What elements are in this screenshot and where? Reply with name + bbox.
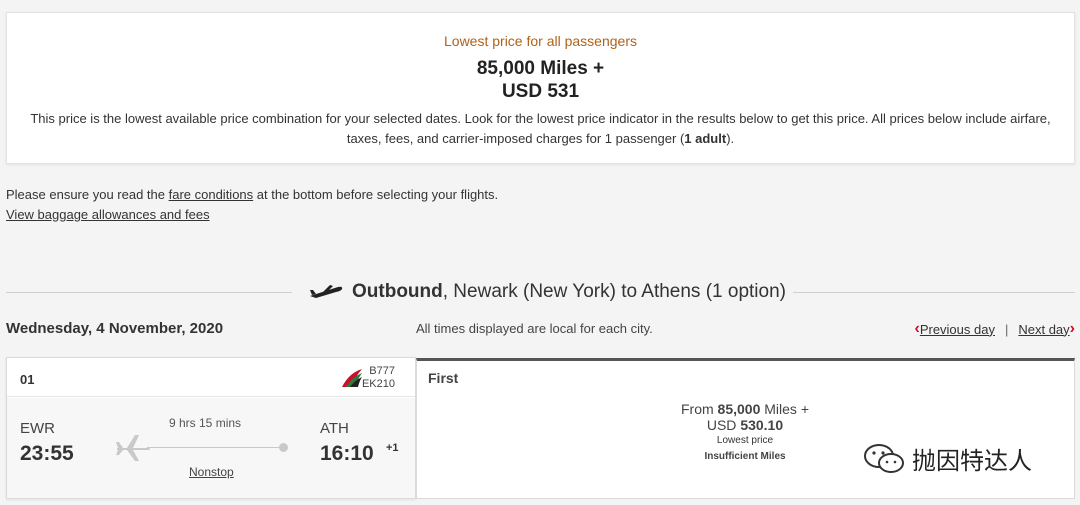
route-line bbox=[147, 447, 287, 448]
notice-text-pre: Please ensure you read the bbox=[6, 187, 169, 202]
departure-airport: EWR bbox=[20, 420, 55, 437]
previous-day-link[interactable]: Previous day bbox=[920, 322, 995, 337]
lowest-price-miles: 85,000 Miles + bbox=[476, 58, 605, 79]
route-end-dot bbox=[279, 443, 288, 452]
lowest-price-tag: Lowest price bbox=[716, 435, 774, 446]
watermark-text: 抛因特达人 bbox=[912, 447, 1032, 475]
divider-right bbox=[793, 292, 1075, 293]
arrival-day-offset: +1 bbox=[386, 442, 399, 454]
lowest-price-description: This price is the lowest available price… bbox=[27, 109, 1054, 149]
outbound-title: Outbound, Newark (New York) to Athens (1… bbox=[308, 278, 786, 306]
fare-from-label: From bbox=[680, 401, 718, 417]
lowest-price-panel: Lowest price for all passengers 85,000 M… bbox=[6, 12, 1075, 164]
notice-text-post: at the bottom before selecting your flig… bbox=[253, 187, 499, 202]
aircraft-info: B777 EK210 bbox=[362, 365, 395, 391]
outbound-label: Outbound bbox=[352, 281, 443, 302]
arrival-time: 16:10 bbox=[320, 442, 374, 465]
insufficient-miles-status: Insufficient Miles bbox=[704, 451, 786, 462]
outbound-header: Outbound, Newark (New York) to Athens (1… bbox=[6, 278, 1075, 306]
nonstop-link[interactable]: Nonstop bbox=[189, 465, 234, 479]
fare-miles: 85,000 bbox=[717, 401, 761, 417]
watermark: 抛因特达人 bbox=[862, 441, 1032, 476]
flight-duration: 9 hrs 15 mins bbox=[169, 416, 242, 430]
lowest-price-usd: USD 531 bbox=[501, 81, 580, 102]
fare-usd: 530.10 bbox=[740, 417, 784, 433]
cabin-class: First bbox=[428, 370, 459, 386]
aircraft-type: B777 bbox=[369, 365, 395, 377]
fare-notice: Please ensure you read the fare conditio… bbox=[6, 185, 498, 225]
price-desc-end: ). bbox=[726, 131, 735, 146]
nav-separator: | bbox=[1004, 321, 1009, 337]
chevron-right-icon[interactable]: › bbox=[1070, 320, 1075, 338]
flight-card-header: 01 B777 EK210 bbox=[7, 358, 415, 397]
fare-usd-line: USD 530.10 bbox=[627, 417, 863, 433]
fare-conditions-link[interactable]: fare conditions bbox=[169, 187, 254, 202]
flight-card[interactable]: 01 B777 EK210 EWR 23:55 9 hrs 15 mins No… bbox=[6, 357, 416, 499]
departure-time: 23:55 bbox=[20, 442, 74, 465]
travel-date: Wednesday, 4 November, 2020 bbox=[6, 320, 224, 337]
fare-miles-line: From 85,000 Miles + bbox=[627, 401, 863, 417]
wechat-icon bbox=[864, 443, 904, 473]
airplane-path-icon bbox=[116, 435, 150, 461]
lowest-price-heading: Lowest price for all passengers bbox=[444, 33, 637, 49]
flight-code: EK210 bbox=[361, 378, 395, 390]
fare-price: From 85,000 Miles + USD 530.10 Lowest pr… bbox=[627, 401, 863, 462]
date-row: Wednesday, 4 November, 2020 All times di… bbox=[6, 318, 1075, 340]
day-navigation: ‹ Previous day | Next day › bbox=[914, 320, 1075, 338]
flight-option-number: 01 bbox=[20, 372, 35, 387]
fare-miles-suffix: Miles + bbox=[760, 401, 809, 417]
divider-left bbox=[6, 292, 292, 293]
passenger-count: 1 adult bbox=[684, 131, 727, 146]
fare-card-first[interactable]: First From 85,000 Miles + USD 530.10 Low… bbox=[416, 358, 1075, 499]
fare-usd-prefix: USD bbox=[706, 417, 741, 433]
next-day-link[interactable]: Next day bbox=[1018, 322, 1069, 337]
flight-card-body: EWR 23:55 9 hrs 15 mins Nonstop ATH 16:1… bbox=[7, 398, 415, 498]
price-desc-text: This price is the lowest available price… bbox=[30, 111, 1051, 146]
outbound-route: , Newark (New York) to Athens (1 option) bbox=[442, 281, 786, 302]
local-times-note: All times displayed are local for each c… bbox=[416, 321, 653, 336]
arrival-airport: ATH bbox=[320, 420, 349, 437]
airplane-takeoff-icon bbox=[310, 285, 343, 298]
baggage-allowance-link[interactable]: View baggage allowances and fees bbox=[6, 205, 498, 225]
